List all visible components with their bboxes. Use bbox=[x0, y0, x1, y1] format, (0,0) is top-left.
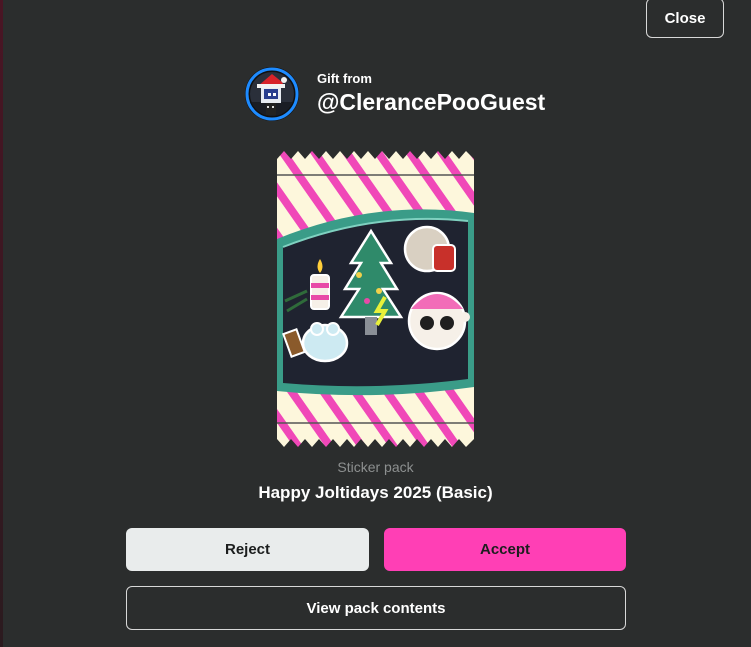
gift-modal: Close Gift from @ClerancePooGuest Sticke… bbox=[0, 0, 751, 647]
sticker-pack-icon bbox=[277, 151, 474, 447]
view-pack-contents-button[interactable]: View pack contents bbox=[126, 586, 626, 630]
accept-button[interactable]: Accept bbox=[384, 528, 626, 571]
gift-sender-username[interactable]: @ClerancePooGuest bbox=[317, 87, 545, 117]
backdrop-edge bbox=[0, 0, 3, 647]
pack-name: Happy Joltidays 2025 (Basic) bbox=[258, 483, 493, 502]
reject-button[interactable]: Reject bbox=[126, 528, 369, 571]
pack-type-label: Sticker pack bbox=[337, 459, 414, 475]
gift-text: Gift from @ClerancePooGuest bbox=[317, 71, 545, 117]
close-button[interactable]: Close bbox=[646, 0, 724, 38]
gift-header: Gift from @ClerancePooGuest bbox=[244, 66, 545, 122]
gift-from-label: Gift from bbox=[317, 71, 372, 86]
sticker-pack-image bbox=[277, 151, 474, 447]
avatar-image bbox=[245, 67, 299, 121]
avatar[interactable] bbox=[244, 66, 300, 122]
